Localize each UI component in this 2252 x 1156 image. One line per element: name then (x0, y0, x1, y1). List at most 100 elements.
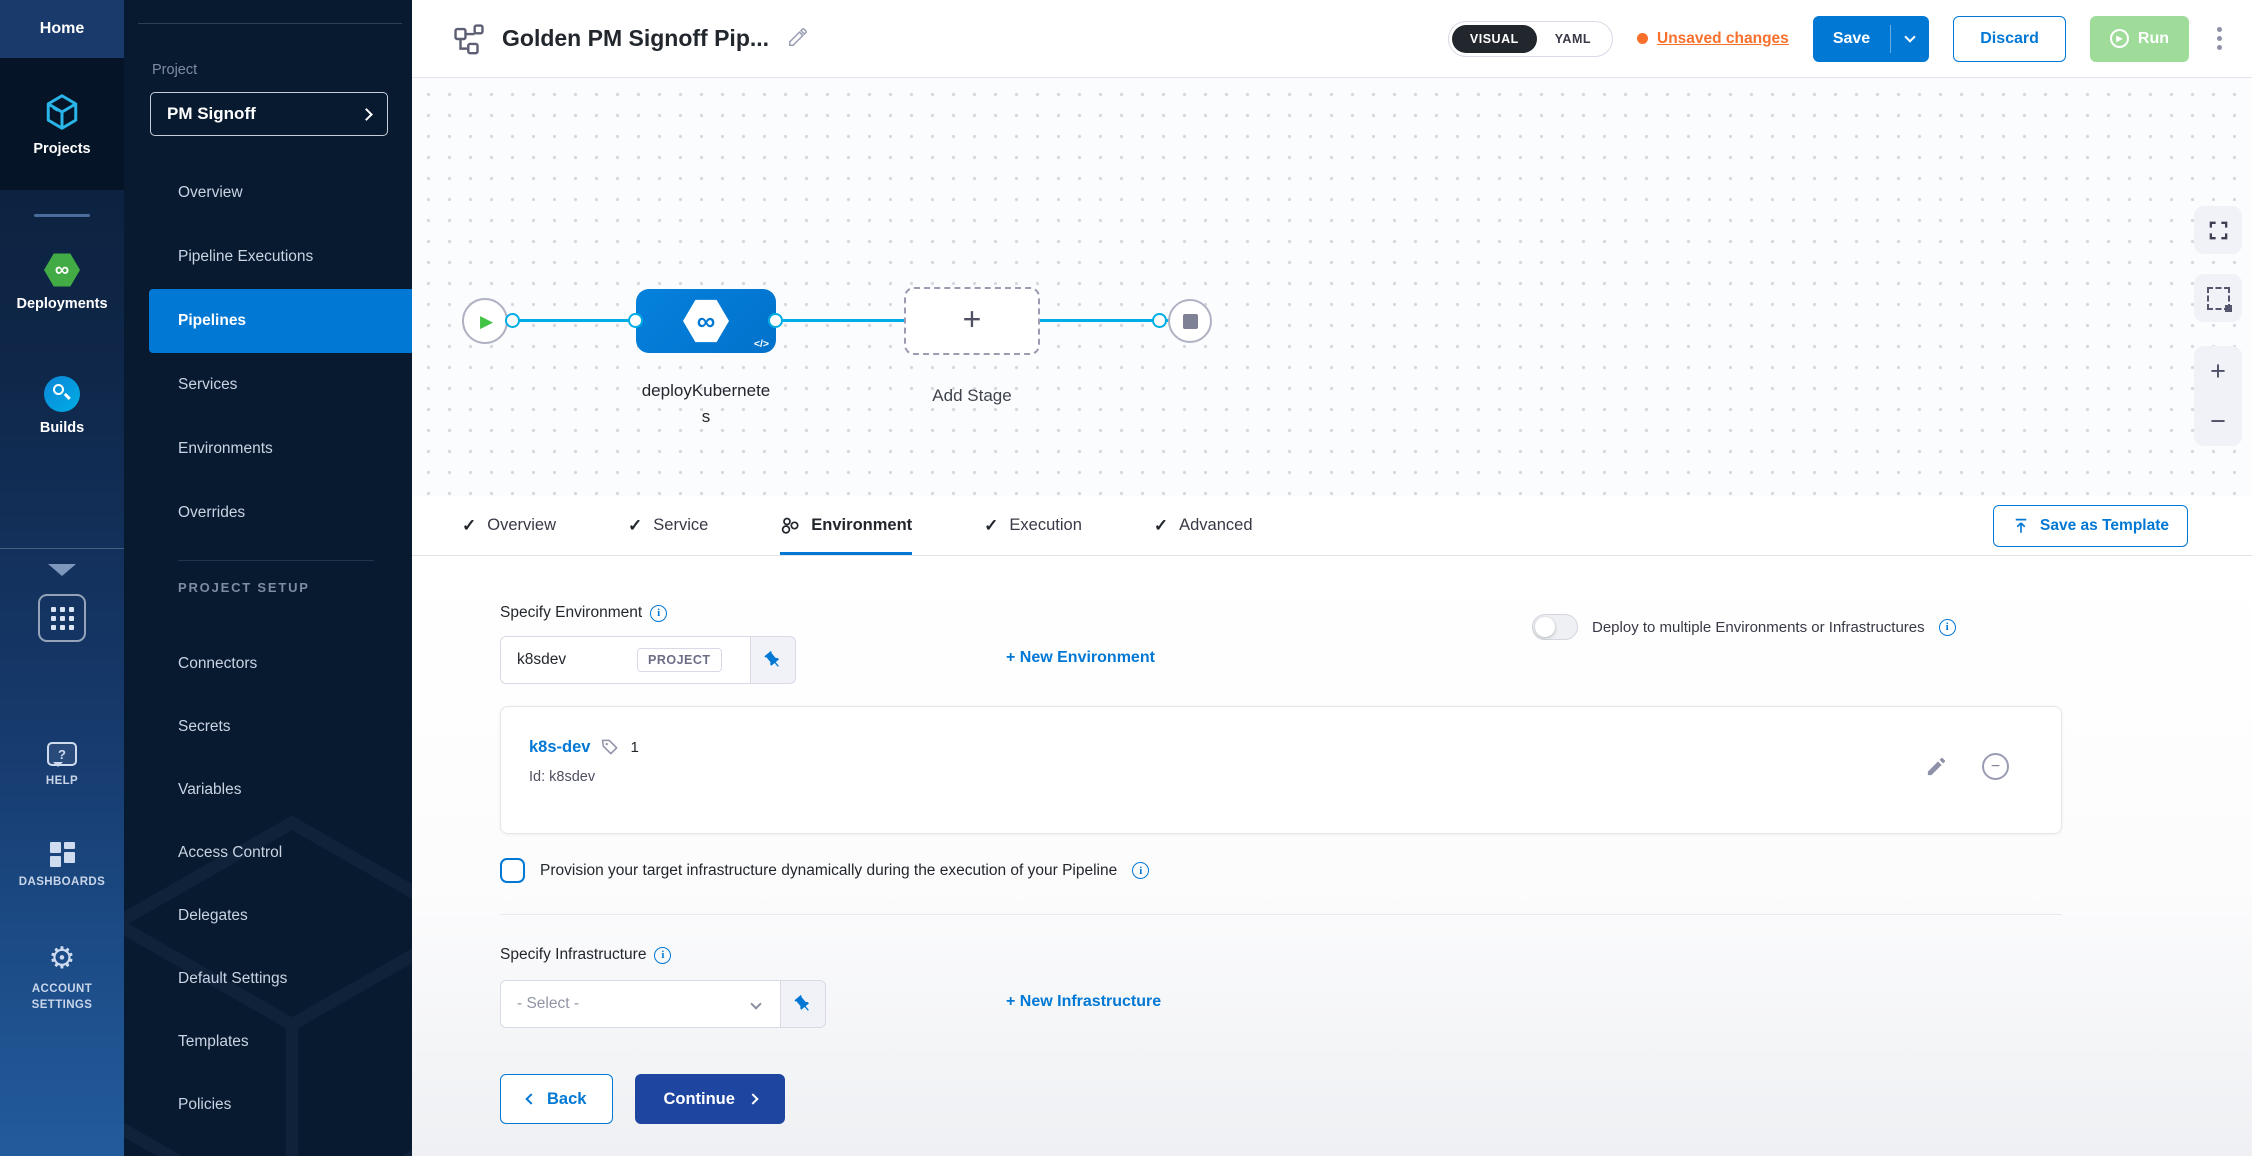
nav-deployments-label: Deployments (16, 296, 107, 312)
unsaved-changes[interactable]: Unsaved changes (1637, 30, 1789, 48)
save-dropdown[interactable] (1891, 36, 1929, 41)
stage-node-deploy[interactable]: ∞ </> (636, 289, 776, 353)
tab-overview[interactable]: ✓ Overview (462, 496, 556, 555)
new-infrastructure-link[interactable]: + New Infrastructure (1006, 993, 1161, 1011)
pipeline-title: Golden PM Signoff Pip... (502, 25, 769, 52)
pipeline-start-node[interactable]: ▶ (462, 298, 508, 344)
chevron-left-icon (525, 1093, 536, 1104)
nav-account-settings[interactable]: ⚙ ACCOUNT SETTINGS (0, 944, 124, 1013)
nav-dashboards[interactable]: DASHBOARDS (0, 842, 124, 891)
environment-panel: Specify Environment i PROJECT + New Envi… (412, 556, 2252, 1156)
discard-button[interactable]: Discard (1953, 16, 2066, 62)
infrastructure-select-group: - Select - (500, 980, 826, 1028)
tab-service[interactable]: ✓ Service (628, 496, 708, 555)
nav-projects[interactable]: Projects (0, 58, 124, 190)
remove-environment-button[interactable]: − (1982, 753, 2009, 780)
provision-checkbox[interactable] (500, 858, 525, 883)
pipeline-header: Golden PM Signoff Pip... VISUAL YAML Uns… (412, 0, 2252, 78)
environment-id: Id: k8sdev (529, 769, 2061, 785)
section-divider (500, 914, 2062, 915)
edit-title-button[interactable] (787, 26, 809, 51)
stage-name-label: deployKubernetes (638, 378, 774, 431)
sidebar-item-environments[interactable]: Environments (124, 417, 412, 481)
start-play-icon: ▶ (480, 313, 493, 330)
sidebar-item-services[interactable]: Services (124, 353, 412, 417)
nav-help[interactable]: ? HELP (0, 742, 124, 790)
tag-count: 1 (630, 739, 638, 756)
projects-cube-icon (42, 92, 82, 132)
environment-input[interactable] (517, 651, 637, 669)
edge-port (505, 313, 520, 328)
nav-builds-label: Builds (40, 420, 84, 436)
fixed-input-pin-button[interactable] (780, 980, 826, 1028)
info-icon[interactable]: i (1939, 619, 1956, 636)
nav-projects-label: Projects (33, 141, 90, 157)
sidebar-item-overview[interactable]: Overview (124, 161, 412, 225)
sidebar-top-divider (138, 23, 402, 24)
help-chat-icon: ? (47, 742, 77, 766)
save-as-template-button[interactable]: Save as Template (1993, 505, 2188, 547)
edit-environment-button[interactable] (1925, 755, 1948, 778)
continue-button[interactable]: Continue (635, 1074, 785, 1124)
more-options-button[interactable] (2213, 23, 2226, 54)
module-grid-button[interactable] (38, 594, 86, 642)
nav-help-label: HELP (40, 774, 84, 790)
cd-stage-icon: ∞ (683, 298, 729, 344)
tab-advanced[interactable]: ✓ Advanced (1154, 496, 1253, 555)
environment-icon (780, 516, 800, 536)
save-button[interactable]: Save (1813, 16, 1929, 62)
check-icon: ✓ (1154, 516, 1168, 536)
run-button[interactable]: ▶ Run (2090, 16, 2189, 62)
project-selector[interactable]: PM Signoff (150, 92, 388, 136)
environment-input-group: PROJECT (500, 636, 796, 684)
chevron-right-icon (747, 1093, 758, 1104)
pipeline-canvas[interactable]: ▶ ∞ </> + deployKubernetes Add Stage (412, 78, 2252, 496)
edge-port (1152, 313, 1167, 328)
nav-deployments[interactable]: ∞ Deployments (0, 252, 124, 312)
environment-name-link[interactable]: k8s-dev (529, 738, 590, 757)
pipeline-end-node[interactable] (1168, 299, 1212, 343)
sidebar-item-secrets[interactable]: Secrets (124, 695, 412, 758)
module-rail: Home Projects ∞ Deployments Builds ? HEL… (0, 0, 124, 1156)
sidebar-item-overrides[interactable]: Overrides (124, 481, 412, 545)
wizard-footer: Back Continue (500, 1074, 785, 1124)
project-label: Project (152, 62, 197, 78)
dashboards-icon (50, 842, 75, 867)
sidebar-item-pipeline-executions[interactable]: Pipeline Executions (124, 225, 412, 289)
nav-builds[interactable]: Builds (0, 376, 124, 436)
marquee-icon (2207, 287, 2230, 310)
add-stage-button[interactable]: + (904, 287, 1040, 355)
scope-badge: PROJECT (637, 648, 722, 672)
new-environment-link[interactable]: + New Environment (1006, 649, 1155, 667)
environment-card: k8s-dev 1 Id: k8sdev − (500, 706, 2062, 834)
multi-env-toggle[interactable] (1532, 614, 1578, 640)
infrastructure-select[interactable]: - Select - (500, 980, 780, 1028)
chevron-right-icon (360, 108, 373, 121)
nav-home[interactable]: Home (0, 0, 124, 58)
pencil-icon (1925, 755, 1948, 778)
zoom-out-button[interactable]: − (2210, 408, 2226, 435)
info-icon[interactable]: i (1132, 862, 1149, 879)
toggle-yaml[interactable]: YAML (1537, 25, 1609, 53)
setup-divider (178, 560, 374, 561)
collapse-chevron-icon[interactable] (48, 564, 76, 576)
multi-select-button[interactable] (2194, 274, 2242, 322)
header-actions: VISUAL YAML Unsaved changes Save Discard… (1448, 16, 2226, 62)
sidebar-item-connectors[interactable]: Connectors (124, 632, 412, 695)
back-button[interactable]: Back (500, 1074, 613, 1124)
check-icon: ✓ (628, 516, 642, 536)
sidebar-item-pipelines[interactable]: Pipelines (149, 289, 412, 353)
fit-to-screen-button[interactable] (2194, 206, 2242, 254)
tab-execution[interactable]: ✓ Execution (984, 496, 1082, 555)
stage-code-badge-icon: </> (754, 338, 769, 350)
zoom-in-button[interactable]: + (2210, 358, 2226, 385)
info-icon[interactable]: i (654, 947, 671, 964)
unsaved-changes-link: Unsaved changes (1657, 30, 1789, 48)
tab-environment[interactable]: Environment (780, 496, 912, 555)
rail-section-divider (0, 548, 124, 549)
nav-dashboards-label: DASHBOARDS (13, 875, 111, 891)
fixed-input-pin-button[interactable] (750, 636, 796, 684)
toggle-visual[interactable]: VISUAL (1452, 25, 1537, 53)
info-icon[interactable]: i (650, 605, 667, 622)
rail-divider (34, 214, 90, 217)
